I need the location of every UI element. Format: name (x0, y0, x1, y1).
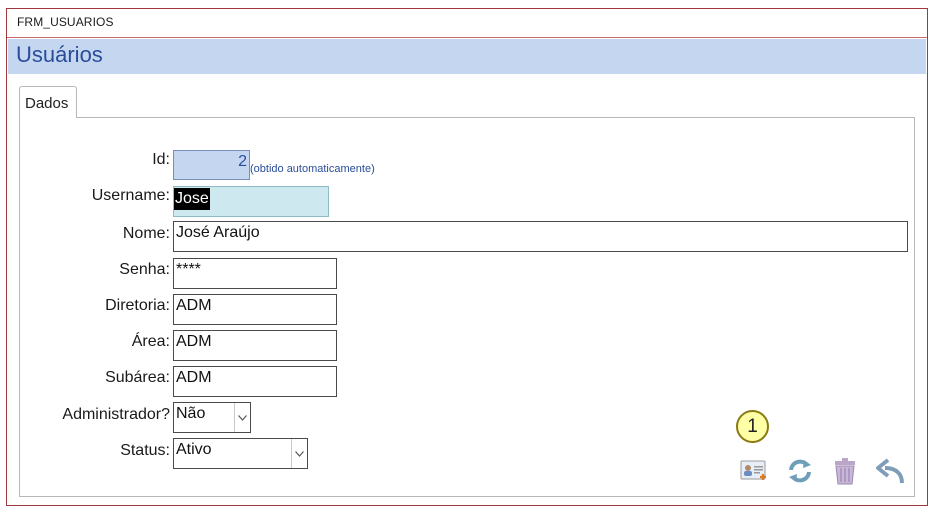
label-container: Id: (20, 151, 170, 171)
new-user-card-icon (740, 460, 766, 480)
administrador-select[interactable]: Não (173, 402, 251, 433)
administrador-label: Administrador? (62, 406, 170, 423)
id-hint: (obtido automaticamente) (250, 163, 375, 175)
label-container: Subárea: (20, 369, 170, 389)
tab-label: Dados (25, 95, 69, 112)
label-container: Administrador? (20, 406, 170, 426)
username-label: Username: (91, 187, 170, 204)
diretoria-value: ADM (176, 297, 212, 314)
nome-value: José Araújo (176, 224, 260, 241)
senha-field[interactable]: **** (173, 258, 337, 289)
title-divider (7, 37, 927, 38)
area-value: ADM (176, 333, 212, 350)
tab-panel-dados: Id: 2 (obtido automaticamente) Username:… (19, 117, 915, 497)
administrador-dropdown-button[interactable] (234, 403, 250, 432)
id-label: Id: (152, 151, 170, 168)
refresh-icon (789, 459, 811, 483)
label-container: Status: (20, 442, 170, 462)
chevron-down-icon (238, 414, 247, 421)
status-label: Status: (120, 442, 170, 459)
id-field[interactable]: 2 (173, 150, 250, 180)
status-dropdown-button[interactable] (291, 439, 307, 468)
label-container: Senha: (20, 261, 170, 281)
trash-icon (835, 458, 855, 485)
callout-marker: 1 (736, 410, 769, 443)
subarea-field[interactable]: ADM (173, 366, 337, 397)
label-container: Área: (20, 333, 170, 353)
senha-label: Senha: (119, 261, 170, 278)
label-container: Diretoria: (20, 297, 170, 317)
area-field[interactable]: ADM (173, 330, 337, 361)
nome-label: Nome: (122, 225, 170, 242)
undo-button[interactable] (875, 456, 905, 486)
window-title: FRM_USUARIOS (17, 15, 114, 29)
label-container: Nome: (20, 225, 170, 245)
form-window: FRM_USUARIOS Usuários Dados Id: 2 (obtid… (6, 8, 928, 506)
tab-dados[interactable]: Dados (19, 86, 77, 118)
label-container: Username: (20, 187, 170, 207)
page-title: Usuários (16, 42, 103, 67)
delete-button[interactable] (830, 456, 860, 486)
chevron-down-icon (295, 450, 304, 457)
subarea-value: ADM (176, 369, 212, 386)
senha-value: **** (176, 261, 201, 278)
status-value: Ativo (176, 441, 212, 458)
subarea-label: Subárea: (105, 369, 170, 386)
id-value: 2 (238, 153, 247, 170)
header-band: Usuários (8, 39, 926, 74)
diretoria-field[interactable]: ADM (173, 294, 337, 325)
area-label: Área: (131, 333, 170, 350)
status-select[interactable]: Ativo (173, 438, 308, 469)
new-user-card-button[interactable] (739, 456, 769, 486)
refresh-button[interactable] (785, 456, 815, 486)
nome-field[interactable]: José Araújo (173, 221, 908, 252)
administrador-value: Não (176, 405, 206, 422)
undo-icon (876, 458, 904, 484)
username-value: Jose (174, 188, 210, 210)
diretoria-label: Diretoria: (105, 297, 170, 314)
username-field[interactable]: Jose (173, 186, 329, 217)
